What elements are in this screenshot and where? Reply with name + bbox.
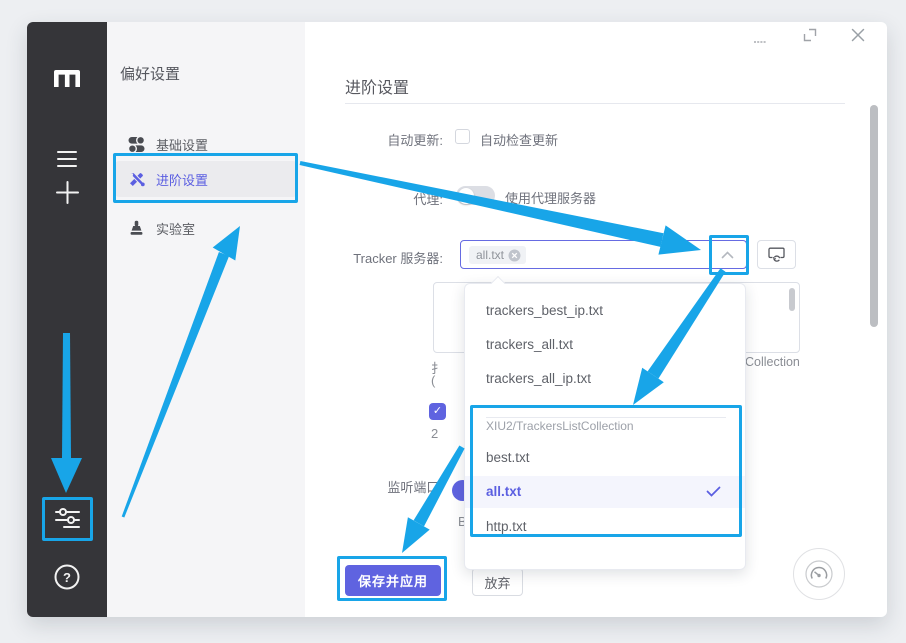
task-list-icon[interactable] <box>27 150 107 168</box>
dropdown-option[interactable]: http.txt <box>465 512 745 542</box>
add-task-icon[interactable] <box>27 180 107 205</box>
tracker-server-label: Tracker 服务器: <box>295 248 443 267</box>
toggle-knob <box>458 188 474 204</box>
proxy-label: 代理: <box>295 189 443 208</box>
listen-port-label: 监听端口: <box>295 477 443 496</box>
help-icon[interactable]: ? <box>27 563 107 591</box>
dropdown-option[interactable]: trackers_all.txt <box>465 330 745 360</box>
title-divider <box>345 103 845 104</box>
selected-option-label: all.txt <box>486 484 521 499</box>
sync-tracker-button[interactable] <box>757 240 796 269</box>
tracker-tag-label: all.txt <box>476 248 504 262</box>
tools-icon <box>128 171 145 188</box>
occluded-text-fragment: ( <box>431 373 437 388</box>
preferences-title: 偏好设置 <box>120 63 180 84</box>
dropdown-option[interactable]: trackers_all_ip.txt <box>465 364 745 394</box>
page-title: 进阶设置 <box>345 74 409 98</box>
preferences-sliders-icon[interactable] <box>27 507 107 530</box>
preferences-nav: 偏好设置 基础设置 进阶设置 <box>107 22 305 617</box>
app-window: ? 偏好设置 基础设置 <box>27 22 887 617</box>
tracker-dropdown: trackers_best_ip.txt trackers_all.txt tr… <box>464 283 746 570</box>
m-logo <box>27 70 107 87</box>
speed-limit-button[interactable] <box>793 548 845 600</box>
dropdown-option[interactable]: trackers_best_ip.txt <box>465 296 745 326</box>
occluded-purple-control: ✓ <box>429 403 446 420</box>
dropdown-group-label: XIU2/TrackersListCollection <box>465 419 745 433</box>
nav-item-advanced-label: 进阶设置 <box>156 170 208 189</box>
save-apply-button[interactable]: 保存并应用 <box>345 565 441 596</box>
trackerslist-link-fragment[interactable]: Collection <box>745 355 800 369</box>
nav-item-advanced[interactable]: 进阶设置 <box>115 161 297 197</box>
stamp-icon <box>128 220 145 237</box>
nav-item-lab[interactable]: 实验室 <box>115 210 297 246</box>
auto-update-checkbox-label[interactable]: 自动检查更新 <box>480 130 558 149</box>
restore-button[interactable] <box>803 28 817 47</box>
speedometer-icon <box>804 559 834 589</box>
main-scrollbar[interactable] <box>870 105 878 327</box>
app-sidebar: ? <box>27 22 107 617</box>
proxy-toggle[interactable] <box>456 186 495 205</box>
screenshot-stage: ? 偏好设置 基础设置 <box>0 0 906 643</box>
close-icon[interactable] <box>851 28 865 47</box>
nav-item-basic-label: 基础设置 <box>156 135 208 154</box>
device-sync-icon <box>768 247 785 262</box>
chevron-up-icon[interactable] <box>721 251 734 259</box>
minimize-button[interactable] <box>753 33 767 51</box>
proxy-toggle-label: 使用代理服务器 <box>505 188 596 207</box>
tracker-select[interactable]: all.txt <box>460 240 747 269</box>
tag-remove-icon[interactable] <box>508 249 521 262</box>
nav-item-basic[interactable]: 基础设置 <box>115 126 297 162</box>
dropdown-option[interactable]: best.txt <box>465 443 745 473</box>
check-icon <box>706 486 721 497</box>
tracker-tag: all.txt <box>469 246 526 264</box>
toggles-icon <box>128 136 145 153</box>
auto-update-label: 自动更新: <box>295 130 443 149</box>
dropdown-divider <box>486 417 726 418</box>
dropdown-option-selected[interactable]: all.txt <box>465 476 745 508</box>
discard-button[interactable]: 放弃 <box>472 568 523 596</box>
nav-item-lab-label: 实验室 <box>156 219 195 238</box>
help-glyph: ? <box>63 570 71 585</box>
occluded-text-fragment: 2 <box>431 426 439 441</box>
textarea-scrollbar[interactable] <box>789 288 795 311</box>
dropdown-notch <box>491 276 505 290</box>
auto-update-checkbox[interactable] <box>455 129 470 144</box>
